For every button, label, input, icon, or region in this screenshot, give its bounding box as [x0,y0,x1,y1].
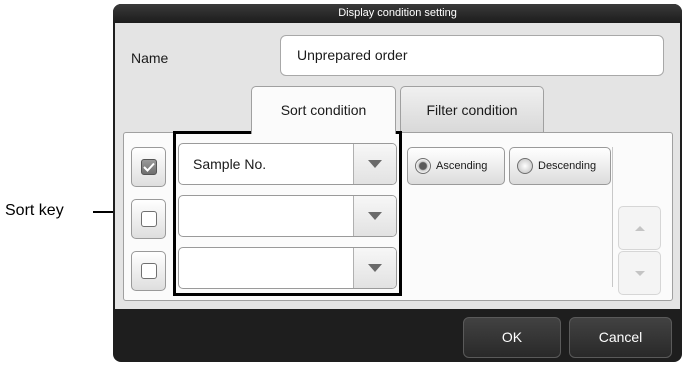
scroll-down-button[interactable] [618,251,661,295]
divider [612,147,613,287]
checkbox-icon [141,263,157,279]
radio-icon [517,158,533,174]
checkbox-checked-icon [141,159,157,175]
display-condition-dialog: Display condition setting Name Unprepare… [113,4,682,362]
tab-sort-condition[interactable]: Sort condition [251,86,396,134]
checkbox-icon [141,211,157,227]
name-field[interactable]: Unprepared order [280,35,664,76]
descending-label: Descending [538,160,597,172]
scroll-up-icon [634,225,645,231]
ascending-radio[interactable]: Ascending [407,147,505,185]
scroll-up-button[interactable] [618,206,661,250]
dialog-content: Name Unprepared order Sort condition Fil… [115,23,680,309]
dialog-title: Display condition setting [113,4,682,23]
ascending-label: Ascending [436,160,488,172]
descending-radio[interactable]: Descending [509,147,611,185]
row-3-checkbox[interactable] [131,251,166,291]
sort-key-highlight-frame [173,131,402,296]
row-1-checkbox[interactable] [131,147,166,187]
row-2-checkbox[interactable] [131,199,166,239]
ok-button[interactable]: OK [463,317,561,358]
scroll-down-icon [634,270,645,276]
radio-selected-icon [415,158,431,174]
name-label: Name [131,50,169,66]
sort-condition-panel: Sample No. Ascending Descending [123,131,673,301]
sort-key-callout-label: Sort key [5,202,64,219]
tab-filter-condition[interactable]: Filter condition [400,86,544,133]
cancel-button[interactable]: Cancel [569,317,672,358]
